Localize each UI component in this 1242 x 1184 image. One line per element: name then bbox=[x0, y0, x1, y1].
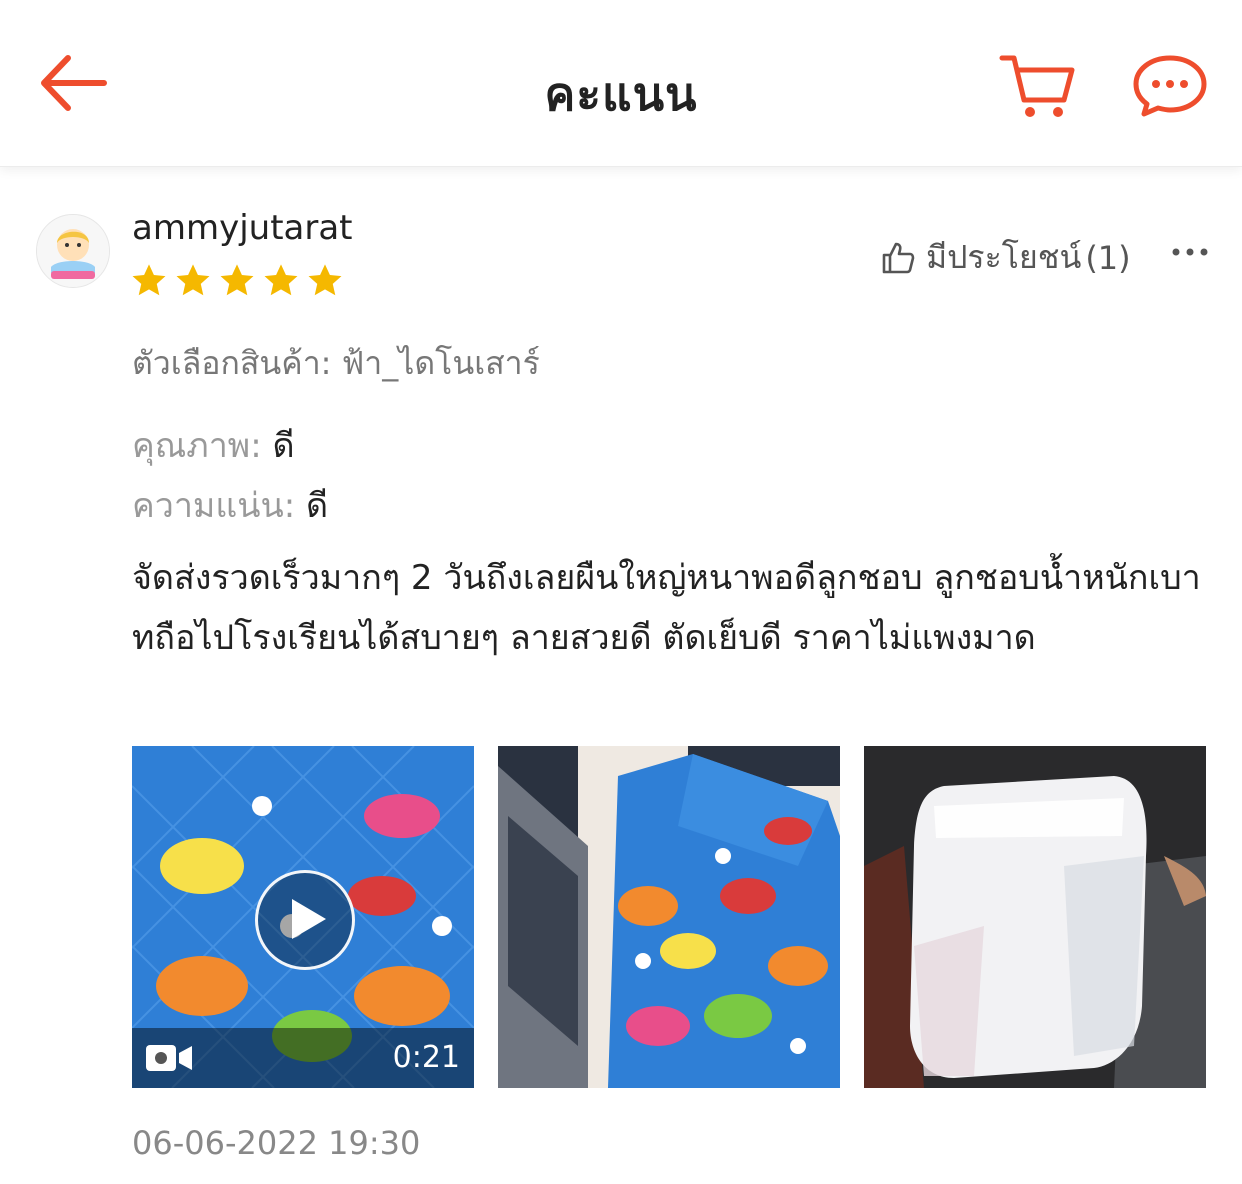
star-icon bbox=[220, 264, 254, 296]
helpful-label: มีประโยชน์ bbox=[926, 238, 1082, 276]
star-rating bbox=[130, 262, 344, 300]
star-icon bbox=[132, 264, 166, 296]
helpful-count: (1) bbox=[1085, 238, 1131, 277]
star-icon bbox=[176, 264, 210, 296]
username[interactable]: ammyjutarat bbox=[132, 208, 353, 248]
video-info-bar: 0:21 bbox=[132, 1028, 474, 1088]
attribute-firmness: ความแน่น: ดี bbox=[132, 478, 328, 532]
star-icon bbox=[264, 264, 298, 296]
more-dots-icon bbox=[1172, 248, 1208, 256]
helpful-button[interactable]: มีประโยชน์ (1) bbox=[880, 232, 1131, 283]
attribute-value: ดี bbox=[306, 486, 329, 526]
avatar-image bbox=[37, 215, 109, 287]
chat-button[interactable] bbox=[1130, 52, 1210, 120]
review-photo bbox=[498, 746, 840, 1088]
star-icon bbox=[308, 264, 342, 296]
avatar[interactable] bbox=[36, 214, 110, 288]
product-variant: ตัวเลือกสินค้า: ฟ้า_ไดโนเสาร์ bbox=[132, 338, 540, 389]
review-photo bbox=[864, 746, 1206, 1088]
attribute-label: ความแน่น: bbox=[132, 486, 296, 526]
review-video-thumbnail[interactable]: 0:21 bbox=[132, 746, 474, 1088]
top-bar: คะแนน bbox=[0, 0, 1242, 167]
variant-label: ตัวเลือกสินค้า: bbox=[132, 344, 332, 382]
chat-icon bbox=[1133, 55, 1207, 117]
attribute-label: คุณภาพ: bbox=[132, 426, 262, 466]
review-timestamp: 06-06-2022 19:30 bbox=[132, 1124, 421, 1162]
thumbs-up-icon bbox=[882, 242, 915, 273]
cart-button[interactable] bbox=[998, 50, 1078, 120]
cart-icon bbox=[999, 55, 1075, 117]
video-camera-icon bbox=[146, 1045, 192, 1071]
variant-value: ฟ้า_ไดโนเสาร์ bbox=[341, 344, 540, 382]
review-image-thumbnail[interactable] bbox=[498, 746, 840, 1088]
review-comment: จัดส่งรวดเร็วมากๆ 2 วันถึงเลยผืนใหญ่หนาพ… bbox=[132, 558, 1201, 658]
review-image-thumbnail[interactable] bbox=[864, 746, 1206, 1088]
attribute-value: ดี bbox=[272, 426, 295, 466]
play-button[interactable] bbox=[255, 870, 355, 970]
play-icon bbox=[292, 899, 326, 939]
attribute-quality: คุณภาพ: ดี bbox=[132, 418, 295, 472]
video-duration: 0:21 bbox=[392, 1040, 460, 1075]
more-options-button[interactable] bbox=[1168, 232, 1212, 272]
